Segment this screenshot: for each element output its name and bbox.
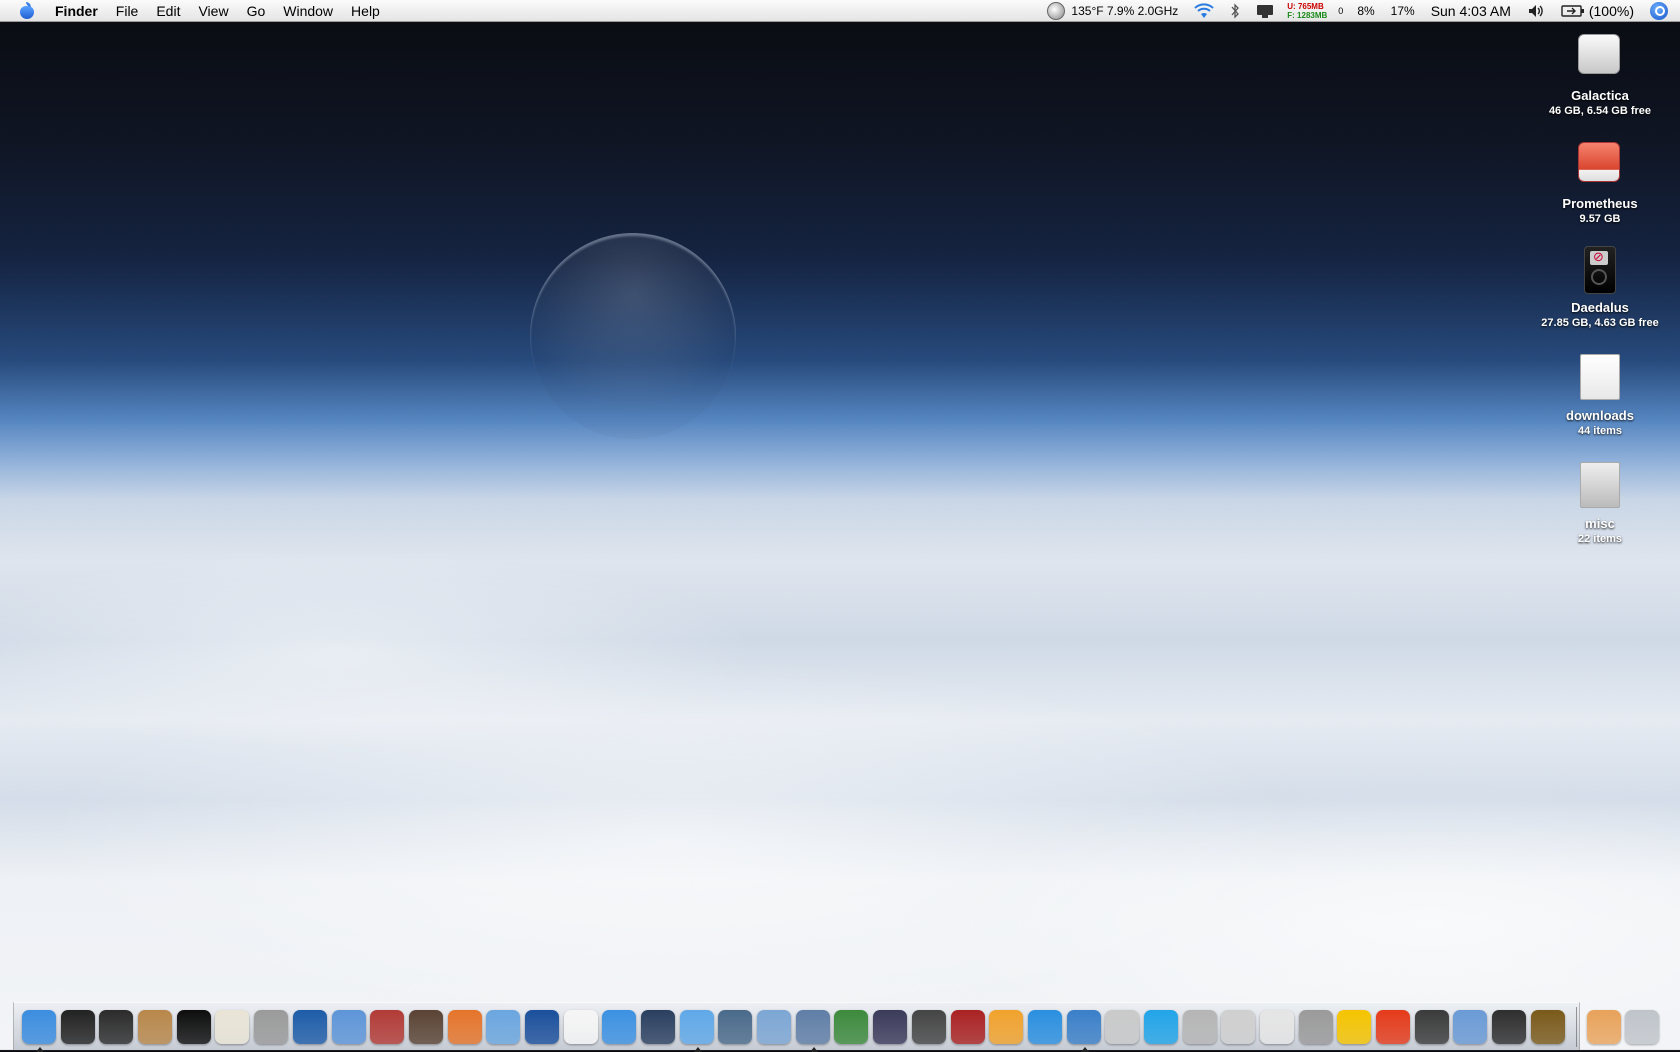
trash-icon[interactable]: [1625, 1009, 1660, 1044]
menu-window[interactable]: Window: [274, 3, 342, 19]
burn-icon[interactable]: [873, 1009, 908, 1044]
desktop-icon-label: Daedalus: [1571, 300, 1629, 315]
menu-edit[interactable]: Edit: [147, 3, 189, 19]
preferences-icon[interactable]: [1182, 1009, 1217, 1044]
desktop-icon-label: Prometheus: [1562, 196, 1638, 211]
bluetooth-icon: [1231, 2, 1240, 19]
bluetooth-status[interactable]: [1222, 2, 1248, 19]
xcode-icon[interactable]: [795, 1009, 830, 1052]
dashboard-icon[interactable]: [176, 1009, 211, 1044]
desktop-icon-info: 9.57 GB: [1579, 213, 1621, 225]
temperature-monitor[interactable]: 135°F 7.9% 2.0GHz: [1039, 1, 1186, 20]
clapper-icon[interactable]: [1414, 1009, 1449, 1044]
textedit-icon[interactable]: [215, 1009, 250, 1044]
desktop-icon-daedalus[interactable]: Daedalus 27.85 GB, 4.63 GB free: [1520, 246, 1680, 329]
magnifier-icon[interactable]: [1221, 1009, 1256, 1044]
address-book-icon[interactable]: [138, 1009, 173, 1044]
textmate-icon[interactable]: [834, 1009, 869, 1044]
quicktime-icon[interactable]: [1027, 1009, 1062, 1044]
wifi-status[interactable]: [1186, 2, 1222, 19]
activity-monitor-icon[interactable]: [99, 1009, 134, 1044]
red-book-icon[interactable]: [950, 1009, 985, 1044]
intel-core-duo-icon[interactable]: [292, 1009, 327, 1044]
menu-help[interactable]: Help: [342, 3, 389, 19]
google-earth-icon[interactable]: [524, 1009, 559, 1044]
desktop-icon-prometheus[interactable]: Prometheus 9.57 GB: [1520, 138, 1680, 225]
desktop-icon-label: Galactica: [1571, 88, 1629, 103]
volume-status[interactable]: [1519, 3, 1553, 19]
dictionary-icon[interactable]: [370, 1009, 405, 1044]
finder-icon[interactable]: [22, 1009, 56, 1052]
folder-icon: [1580, 462, 1620, 508]
paper-icon[interactable]: [1260, 1009, 1294, 1044]
console-icon[interactable]: [1105, 1009, 1140, 1044]
desktop-icon-misc[interactable]: misc 22 items: [1520, 462, 1680, 545]
menu-app-name[interactable]: Finder: [46, 3, 107, 19]
app-store-icon[interactable]: [331, 1009, 366, 1044]
hard-drive-icon: [1578, 34, 1620, 74]
radiation-icon[interactable]: [1376, 1009, 1411, 1044]
pen-icon[interactable]: [1492, 1009, 1527, 1044]
battery-icon: [1561, 4, 1584, 17]
s-app-icon[interactable]: [989, 1009, 1024, 1044]
memory-free: F: 1283MB: [1287, 10, 1328, 20]
memory-pageouts: 0: [1338, 5, 1344, 16]
itunes-icon[interactable]: [486, 1009, 521, 1044]
menu-view[interactable]: View: [189, 3, 237, 19]
status-area: 135°F 7.9% 2.0GHz U: 765MB F: 1283MB 0 8…: [1039, 0, 1680, 22]
terminal-icon[interactable]: [60, 1009, 95, 1044]
warcraft-icon[interactable]: [1530, 1009, 1565, 1044]
folder-icon: [1580, 354, 1620, 400]
desktop-icon-label: downloads: [1566, 408, 1634, 423]
apple-menu-icon[interactable]: [18, 1, 36, 20]
desktop-icon-label: misc: [1585, 516, 1615, 531]
spotlight-icon[interactable]: [1650, 1, 1668, 20]
display-status[interactable]: [1248, 3, 1282, 19]
desktop-icon-info: 46 GB, 6.54 GB free: [1548, 105, 1652, 117]
wifi-icon: [1194, 2, 1214, 18]
skype-icon[interactable]: [1143, 1009, 1178, 1044]
desktop-icon-info: 44 items: [1577, 425, 1623, 437]
photo-booth-icon[interactable]: [408, 1009, 443, 1044]
display-icon: [1257, 4, 1274, 18]
quill-icon[interactable]: [911, 1009, 946, 1044]
menu-go[interactable]: Go: [238, 3, 275, 19]
gauge-icon: [1047, 1, 1066, 20]
menu-bar: Finder File Edit View Go Window Help 135…: [0, 0, 1680, 22]
memory-monitor[interactable]: U: 765MB F: 1283MB: [1282, 2, 1332, 20]
desktop-icon-info: 22 items: [1577, 533, 1623, 545]
menu-clock[interactable]: Sun 4:03 AM: [1423, 3, 1519, 19]
mac-screen-icon[interactable]: [757, 1009, 792, 1044]
desktop-icon-downloads[interactable]: downloads 44 items: [1520, 354, 1680, 437]
firefox-icon[interactable]: [447, 1009, 482, 1044]
adium-icon[interactable]: [1337, 1009, 1372, 1044]
ichat-icon[interactable]: [602, 1009, 637, 1044]
desktop-icon-galactica[interactable]: Galactica 46 GB, 6.54 GB free: [1520, 30, 1680, 117]
x11-icon[interactable]: [1298, 1009, 1333, 1044]
temp-cpu-readout: 135°F 7.9% 2.0GHz: [1071, 3, 1179, 18]
volume-icon: [1528, 4, 1543, 17]
itunes-music-icon[interactable]: [679, 1009, 714, 1052]
r-app-icon[interactable]: [1453, 1009, 1488, 1044]
calculator-icon[interactable]: [254, 1009, 289, 1044]
battery-percent: (100%): [1588, 2, 1634, 19]
external-drive-icon: [1578, 142, 1620, 182]
dock-separator: [1575, 1006, 1577, 1047]
safari-icon[interactable]: [1066, 1009, 1101, 1052]
system-profiler-icon[interactable]: [718, 1009, 753, 1044]
memory-used: U: 765MB: [1287, 1, 1324, 11]
battery-status[interactable]: (100%): [1553, 3, 1642, 19]
dock: [13, 1002, 1660, 1052]
ical-icon[interactable]: [563, 1009, 598, 1044]
image-capture-icon[interactable]: [641, 1009, 675, 1044]
cpu-usage-2[interactable]: 17%: [1383, 4, 1423, 18]
downloads-stack-icon[interactable]: [1586, 1009, 1621, 1044]
moon-image: [530, 233, 736, 439]
desktop-icon-info: 27.85 GB, 4.63 GB free: [1541, 317, 1659, 329]
cpu-usage-1[interactable]: 8%: [1349, 4, 1382, 18]
ipod-icon: [1584, 246, 1616, 294]
menu-file[interactable]: File: [107, 3, 148, 19]
